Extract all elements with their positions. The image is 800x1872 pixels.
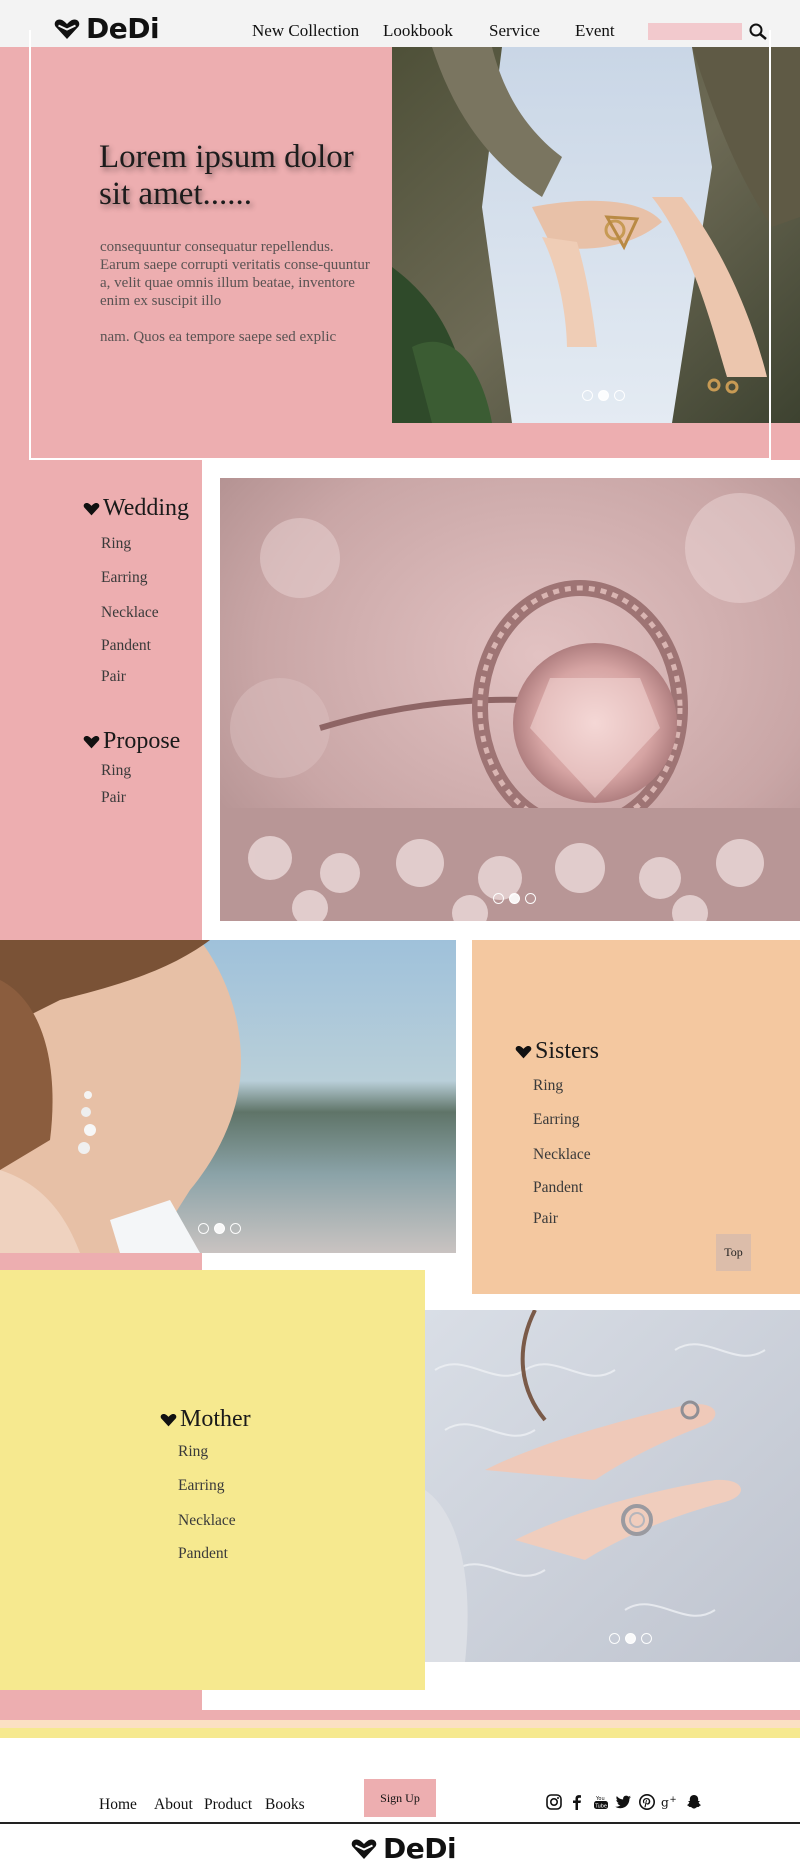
- category-title: Mother: [180, 1406, 251, 1432]
- wedding-slider-dots: [493, 893, 536, 904]
- pink-accent-strip: [0, 1253, 202, 1270]
- footer-link-product[interactable]: Product: [204, 1796, 252, 1814]
- slider-dot[interactable]: [525, 893, 536, 904]
- back-to-top-button[interactable]: Top: [716, 1234, 751, 1271]
- propose-link-pair[interactable]: Pair: [101, 789, 126, 807]
- youtube-icon[interactable]: You Tube: [592, 1793, 609, 1810]
- wedding-ring-photo: [220, 478, 800, 921]
- hero-paragraph-2: nam. Quos ea tempore saepe sed explic: [100, 329, 337, 345]
- pink-stripe: [0, 1710, 800, 1720]
- slider-dot[interactable]: [641, 1633, 652, 1644]
- twitter-icon[interactable]: [615, 1793, 632, 1810]
- mother-link-necklace[interactable]: Necklace: [178, 1512, 236, 1530]
- brand-name: DeDi: [383, 1832, 457, 1865]
- svg-text:+: +: [670, 1795, 677, 1805]
- slider-dot[interactable]: [609, 1633, 620, 1644]
- wedding-sidebar-panel: [0, 460, 202, 940]
- wedding-link-pair[interactable]: Pair: [101, 668, 126, 686]
- wedding-link-pandent[interactable]: Pandent: [101, 637, 151, 655]
- wedding-link-ring[interactable]: Ring: [101, 535, 131, 553]
- mother-link-ring[interactable]: Ring: [178, 1443, 208, 1461]
- propose-link-ring[interactable]: Ring: [101, 762, 131, 780]
- category-title: Sisters: [535, 1038, 600, 1064]
- category-propose[interactable]: Propose: [83, 728, 180, 755]
- hero-paragraph: consequuntur consequatur repellendus. Ea…: [100, 239, 370, 309]
- snapchat-icon[interactable]: [685, 1793, 702, 1810]
- yellow-stripe: [0, 1728, 800, 1738]
- slider-dot-active[interactable]: [214, 1223, 225, 1234]
- mother-slider-dots: [609, 1633, 652, 1644]
- hero-slider-dots: [582, 390, 625, 401]
- mother-link-earring[interactable]: Earring: [178, 1477, 224, 1495]
- category-wedding[interactable]: Wedding: [83, 495, 189, 522]
- sign-up-button[interactable]: Sign Up: [364, 1779, 436, 1817]
- footer-brand-logo[interactable]: DeDi: [351, 1832, 457, 1865]
- sisters-link-necklace[interactable]: Necklace: [533, 1146, 591, 1164]
- slider-dot-active[interactable]: [509, 893, 520, 904]
- sisters-link-pandent[interactable]: Pandent: [533, 1179, 583, 1197]
- sisters-link-pair[interactable]: Pair: [533, 1210, 558, 1228]
- instagram-icon[interactable]: [545, 1793, 562, 1810]
- google-plus-icon[interactable]: g +: [661, 1793, 678, 1810]
- category-mother[interactable]: Mother: [160, 1406, 251, 1433]
- wedding-link-earring[interactable]: Earring: [101, 569, 147, 587]
- footer-link-home[interactable]: Home: [99, 1796, 137, 1814]
- sisters-earring-photo: [0, 940, 456, 1253]
- slider-dot[interactable]: [230, 1223, 241, 1234]
- slider-dot[interactable]: [614, 390, 625, 401]
- sisters-link-earring[interactable]: Earring: [533, 1111, 579, 1129]
- slider-dot[interactable]: [582, 390, 593, 401]
- heart-icon: [83, 735, 100, 748]
- sisters-slider-dots: [198, 1223, 241, 1234]
- mother-ring-photo: [425, 1310, 800, 1662]
- pink-accent-strip: [0, 1690, 202, 1710]
- footer-link-about[interactable]: About: [154, 1796, 193, 1814]
- mother-link-pandent[interactable]: Pandent: [178, 1545, 228, 1563]
- svg-text:g: g: [661, 1795, 669, 1809]
- category-title: Propose: [103, 728, 181, 754]
- wedding-link-necklace[interactable]: Necklace: [101, 604, 159, 622]
- slider-dot-active[interactable]: [598, 390, 609, 401]
- svg-text:Tube: Tube: [594, 1803, 607, 1809]
- category-sisters[interactable]: Sisters: [515, 1038, 599, 1065]
- heart-icon: [515, 1045, 532, 1058]
- footer-link-books[interactable]: Books: [265, 1796, 305, 1814]
- sisters-link-ring[interactable]: Ring: [533, 1077, 563, 1095]
- footer-divider: [0, 1822, 800, 1824]
- slider-dot[interactable]: [493, 893, 504, 904]
- slider-dot[interactable]: [198, 1223, 209, 1234]
- pinterest-icon[interactable]: [638, 1793, 655, 1810]
- heart-logo-icon: [351, 1839, 377, 1859]
- heart-icon: [160, 1413, 177, 1426]
- category-title: Wedding: [103, 495, 190, 521]
- slider-dot-active[interactable]: [625, 1633, 636, 1644]
- hero-title: Lorem ipsum dolor sit amet......: [99, 139, 354, 212]
- peach-stripe: [0, 1720, 800, 1728]
- heart-icon: [83, 502, 100, 515]
- facebook-icon[interactable]: [568, 1793, 585, 1810]
